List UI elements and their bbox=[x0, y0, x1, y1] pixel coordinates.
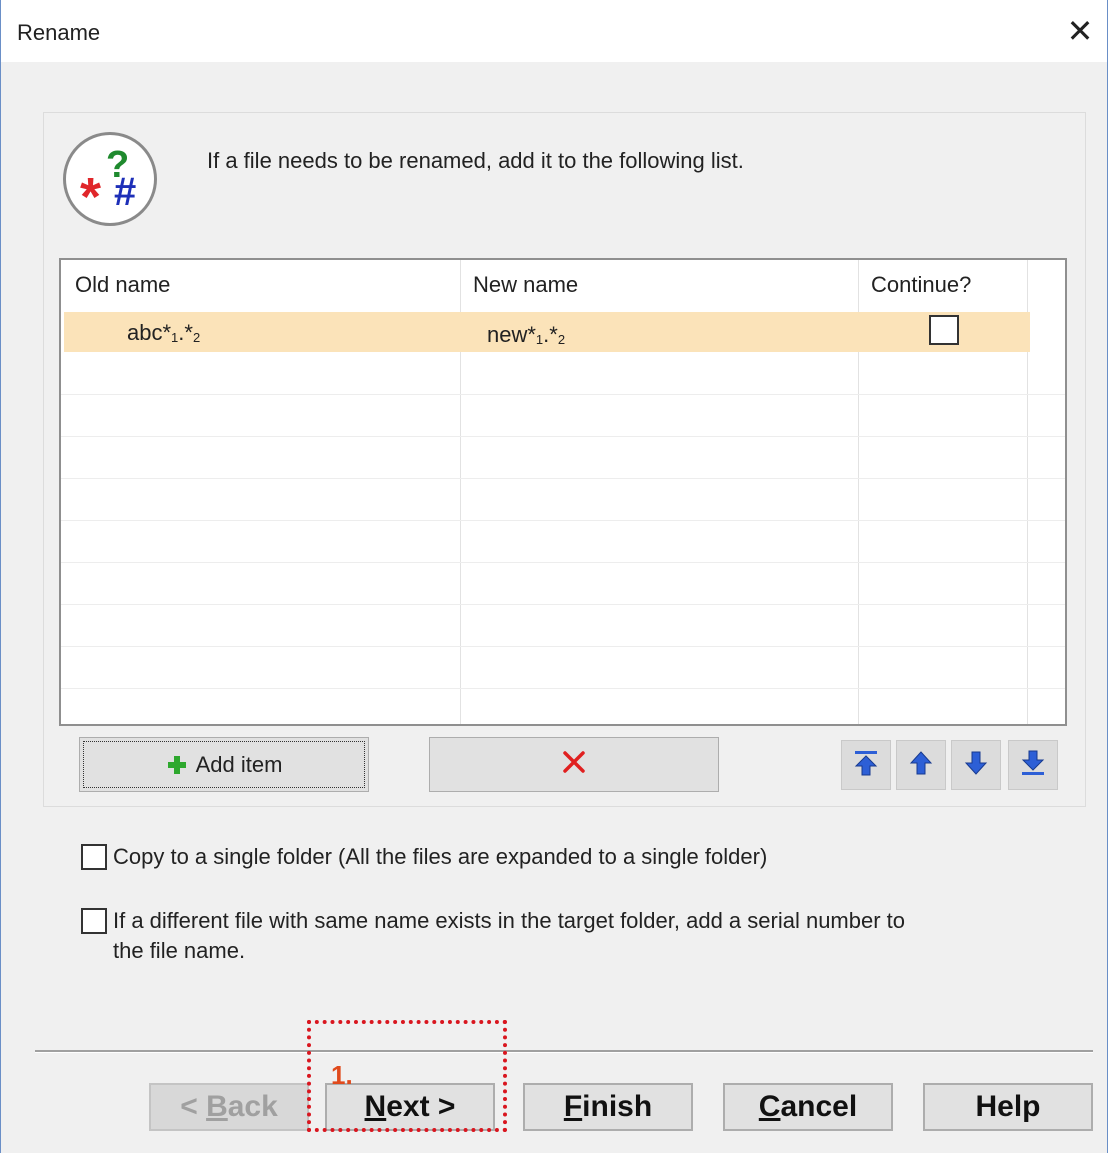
row-divider bbox=[61, 520, 1065, 521]
move-top-icon bbox=[851, 748, 881, 783]
move-up-button[interactable] bbox=[896, 740, 946, 790]
close-icon[interactable]: ✕ bbox=[1063, 14, 1097, 48]
row-divider bbox=[61, 688, 1065, 689]
delete-item-button[interactable] bbox=[429, 737, 719, 792]
row-divider bbox=[61, 562, 1065, 563]
new-name-cell[interactable]: new*1.*2 bbox=[487, 322, 565, 348]
back-button[interactable]: < Back bbox=[149, 1083, 309, 1131]
help-button[interactable]: Help bbox=[923, 1083, 1093, 1131]
plus-icon bbox=[166, 754, 188, 776]
row-divider bbox=[61, 436, 1065, 437]
continue-checkbox[interactable] bbox=[929, 315, 959, 345]
old-name-cell[interactable]: abc*1.*2 bbox=[127, 320, 200, 346]
row-divider bbox=[61, 394, 1065, 395]
row-divider bbox=[61, 478, 1065, 479]
serial-number-label-line2: the file name. bbox=[113, 938, 246, 963]
serial-number-label-line1: If a different file with same name exist… bbox=[113, 908, 906, 933]
move-bottom-button[interactable] bbox=[1008, 740, 1058, 790]
svg-text:#: # bbox=[114, 170, 136, 214]
row-divider bbox=[61, 604, 1065, 605]
move-bottom-icon bbox=[1018, 748, 1048, 783]
window-title: Rename bbox=[17, 20, 101, 45]
add-item-button[interactable]: Add item bbox=[79, 737, 369, 792]
annotation-step-number: 1. bbox=[331, 1060, 353, 1090]
title-bar: Rename ✕ bbox=[1, 0, 1107, 62]
single-folder-label: Copy to a single folder (All the files a… bbox=[113, 844, 768, 869]
column-header-continue[interactable]: Continue? bbox=[871, 272, 971, 298]
serial-number-checkbox[interactable] bbox=[81, 908, 107, 934]
rename-wildcard-logo-icon: ? # * bbox=[63, 132, 157, 226]
add-item-label: Add item bbox=[195, 751, 283, 777]
svg-text:*: * bbox=[80, 167, 101, 223]
delete-x-icon bbox=[561, 749, 587, 781]
column-header-new-name[interactable]: New name bbox=[473, 272, 578, 298]
instructions-text: If a file needs to be renamed, add it to… bbox=[207, 148, 744, 173]
move-down-button[interactable] bbox=[951, 740, 1001, 790]
single-folder-checkbox[interactable] bbox=[81, 844, 107, 870]
column-header-old-name[interactable]: Old name bbox=[75, 272, 170, 298]
move-up-icon bbox=[906, 748, 936, 783]
finish-button[interactable]: Finish bbox=[523, 1083, 693, 1131]
rename-list-table[interactable]: Old name New name Continue? abc*1.*2 new… bbox=[59, 258, 1067, 726]
move-top-button[interactable] bbox=[841, 740, 891, 790]
move-down-icon bbox=[961, 748, 991, 783]
row-divider bbox=[61, 646, 1065, 647]
footer-divider bbox=[35, 1050, 1093, 1053]
cancel-button[interactable]: Cancel bbox=[723, 1083, 893, 1131]
rename-dialog: Rename ✕ ? # * If a file needs to be ren… bbox=[0, 0, 1108, 1153]
